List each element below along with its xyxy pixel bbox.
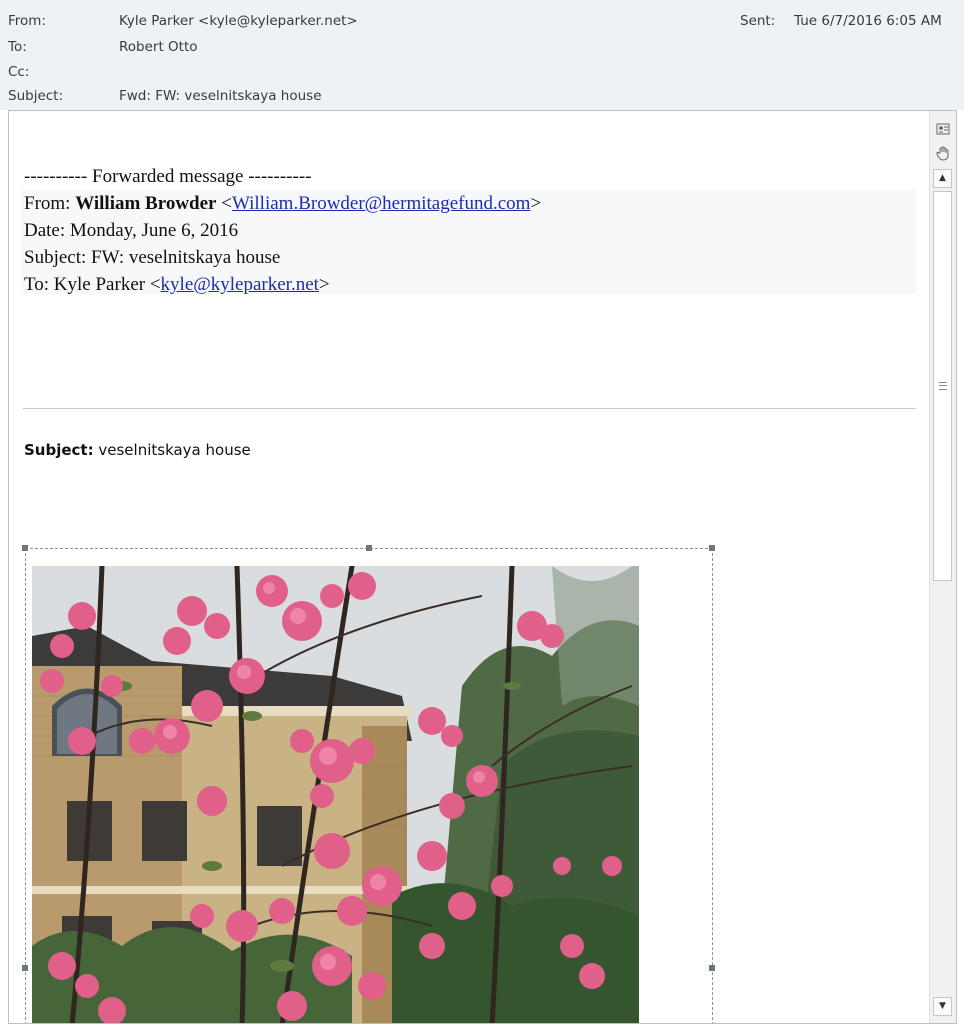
scroll-thumb-grip: [939, 382, 947, 390]
forwarded-from-email-link[interactable]: William.Browder@hermitagefund.com: [232, 193, 530, 214]
resize-handle-right-middle[interactable]: [709, 965, 715, 971]
to-label: To:: [8, 39, 27, 55]
message-divider: [23, 408, 916, 409]
contact-card-icon[interactable]: [934, 121, 952, 139]
forwarded-date-line: Date: Monday, June 6, 2016: [24, 220, 239, 241]
sent-value: Tue 6/7/2016 6:05 AM: [794, 13, 942, 29]
forwarded-from-label: From:: [24, 193, 76, 214]
cc-label: Cc:: [8, 64, 30, 80]
from-label: From:: [8, 13, 46, 29]
forwarded-to-line: To: Kyle Parker <kyle@kyleparker.net>: [24, 271, 541, 298]
inner-subject-line: Subject: veselnitskaya house: [24, 441, 251, 459]
message-content[interactable]: ---------- Forwarded message ---------- …: [9, 111, 929, 1023]
resize-handle-top-middle[interactable]: [366, 545, 372, 551]
scroll-down-button[interactable]: ▼: [933, 997, 952, 1016]
house-photo-illustration: [32, 566, 639, 1023]
message-header: From: Kyle Parker <kyle@kyleparker.net> …: [0, 0, 964, 110]
from-value[interactable]: Kyle Parker <kyle@kyleparker.net>: [119, 11, 358, 31]
to-value[interactable]: Robert Otto: [119, 37, 198, 57]
forwarded-from-line: From: William Browder <William.Browder@h…: [24, 190, 541, 217]
resize-handle-top-right[interactable]: [709, 545, 715, 551]
scroll-thumb[interactable]: [933, 191, 952, 581]
forwarded-to-label: To: Kyle Parker <: [24, 274, 161, 295]
resize-handle-top-left[interactable]: [22, 545, 28, 551]
subject-label: Subject:: [8, 88, 64, 104]
inner-subject-label: Subject:: [24, 441, 94, 459]
forwarded-message-block: ---------- Forwarded message ---------- …: [24, 163, 541, 298]
vertical-scrollbar[interactable]: ▲ ▼: [929, 111, 956, 1023]
forwarded-banner: ---------- Forwarded message ----------: [24, 166, 312, 187]
forwarded-from-name: William Browder: [75, 193, 217, 214]
scroll-up-button[interactable]: ▲: [933, 169, 952, 188]
forwarded-subject-line: Subject: FW: veselnitskaya house: [24, 247, 281, 268]
forwarded-from-close: >: [530, 193, 542, 214]
house-photo[interactable]: [32, 566, 639, 1023]
subject-value: Fwd: FW: veselnitskaya house: [119, 88, 322, 104]
sent-label: Sent:: [740, 13, 776, 29]
forwarded-from-open: <: [216, 193, 232, 214]
hand-icon[interactable]: [934, 145, 952, 163]
message-body-pane[interactable]: ---------- Forwarded message ---------- …: [8, 110, 957, 1024]
resize-handle-left-middle[interactable]: [22, 965, 28, 971]
forwarded-to-close: >: [318, 274, 330, 295]
inner-subject-value: veselnitskaya house: [93, 441, 251, 459]
forwarded-to-email-link[interactable]: kyle@kyleparker.net: [161, 274, 319, 295]
